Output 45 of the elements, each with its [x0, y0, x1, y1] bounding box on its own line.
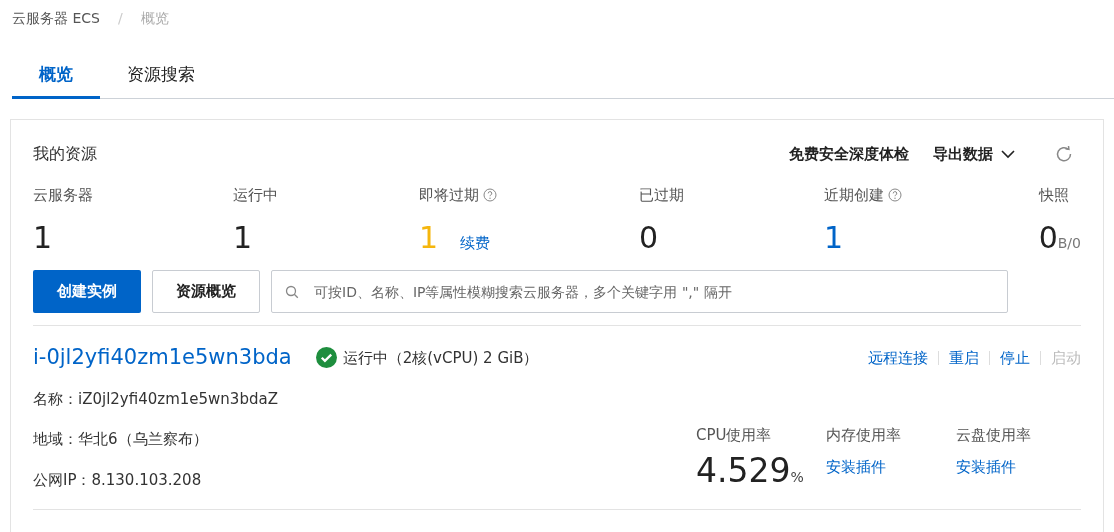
action-link[interactable]: 重启 — [949, 346, 979, 369]
security-check-link[interactable]: 免费安全深度体检 — [789, 142, 909, 166]
refresh-icon[interactable] — [1055, 145, 1073, 163]
chevron-down-icon — [1001, 149, 1015, 159]
stat-value: 0 — [639, 222, 659, 253]
instance-detail: 地域：华北6（乌兰察布） — [33, 429, 209, 450]
section-title: 我的资源 — [33, 143, 97, 165]
stat-label: 近期创建 — [824, 185, 884, 206]
tab[interactable]: 资源搜索 — [100, 52, 222, 99]
stat-unit: B/0 — [1057, 233, 1081, 253]
instance-detail: 名称：iZ0jl2yfi40zm1e5wn3bdaZ — [33, 388, 278, 410]
stat-value: 1 — [824, 222, 844, 253]
metric-label: CPU使用率 — [696, 424, 773, 446]
help-icon[interactable] — [888, 188, 902, 203]
export-menu[interactable]: 导出数据 — [933, 142, 1015, 166]
tab[interactable]: 概览 — [12, 52, 100, 99]
instance-detail: 公网IP：8.130.103.208 — [33, 469, 203, 491]
breadcrumb-separator: / — [117, 9, 123, 28]
stat-label: 快照 — [1038, 185, 1069, 206]
install-plugin-link[interactable]: 安装插件 — [826, 456, 886, 479]
help-icon[interactable] — [483, 188, 497, 203]
stat-value: 1 — [233, 222, 253, 253]
stat-value: 1 — [33, 222, 53, 253]
stat-value: 0 — [1038, 222, 1058, 253]
stat-label: 已过期 — [639, 185, 684, 206]
create-instance-button[interactable]: 创建实例 — [33, 270, 141, 313]
action-link[interactable]: 停止 — [1000, 346, 1030, 369]
breadcrumb-link[interactable]: 云服务器 ECS — [12, 8, 100, 52]
stat-value: 1 — [419, 222, 439, 253]
instance-status: 运行中（2核(vCPU) 2 GiB） — [342, 347, 539, 369]
breadcrumb-current: 概览 — [140, 9, 169, 28]
stat-label: 即将过期 — [419, 185, 479, 206]
search-icon — [285, 285, 299, 299]
action-link[interactable]: 远程连接 — [868, 346, 928, 369]
stat-label: 云服务器 — [33, 185, 93, 206]
stat-label: 运行中 — [233, 185, 278, 206]
resource-overview-button[interactable]: 资源概览 — [152, 270, 260, 313]
metric-unit: % — [790, 468, 804, 487]
metric-label: 云盘使用率 — [956, 424, 1031, 446]
install-plugin-link[interactable]: 安装插件 — [956, 456, 1016, 479]
renew-link[interactable]: 续费 — [460, 231, 491, 254]
metric-value: 4.529 — [696, 454, 791, 487]
instance-id-link[interactable]: i-0jl2yfi40zm1e5wn3bda — [33, 342, 292, 374]
metric-label: 内存使用率 — [826, 424, 902, 446]
search-field[interactable]: 可按ID、名称、IP等属性模糊搜索云服务器，多个关键字用 "," 隔开 — [271, 270, 1008, 313]
